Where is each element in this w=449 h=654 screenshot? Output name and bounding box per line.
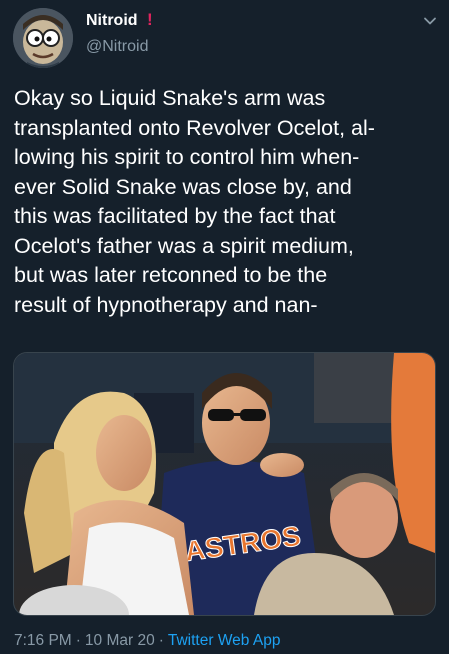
author-display-name[interactable]: Nitroid bbox=[86, 12, 138, 30]
tweet-text-line: this was facilitated by the fact that bbox=[14, 204, 336, 228]
tweet-footer: 7:16 PM · 10 Mar 20 · Twitter Web App bbox=[14, 632, 280, 650]
tweet-text-line: result of hypnotherapy and nan- bbox=[14, 292, 318, 317]
tweet-time[interactable]: 7:16 PM bbox=[14, 632, 72, 649]
tweet-text: Okay so Liquid Snake's arm was transplan… bbox=[14, 84, 439, 320]
tweet-text-line: but was later retconned to be the bbox=[14, 263, 328, 287]
tweet-text-line: transplanted onto Revolver Ocelot, al- bbox=[14, 115, 375, 140]
stadium-crowd-photo: ASTROS bbox=[14, 353, 435, 615]
footer-separator: · bbox=[158, 632, 164, 649]
chevron-down-icon[interactable] bbox=[423, 14, 437, 28]
tweet-header: Nitroid ! @Nitroid bbox=[0, 0, 449, 72]
tweet-media-photo[interactable]: ASTROS bbox=[13, 352, 436, 616]
tweet-text-line: Ocelot's father was a spirit medium, bbox=[14, 233, 354, 258]
flag-badge: ! bbox=[147, 10, 153, 29]
tweet-text-line: lowing his spirit to control him when- bbox=[14, 145, 360, 169]
tweet-date[interactable]: 10 Mar 20 bbox=[85, 632, 155, 649]
tweet-text-line: Okay so Liquid Snake's arm was bbox=[14, 86, 326, 110]
footer-separator: · bbox=[75, 632, 81, 649]
tweet-source-link[interactable]: Twitter Web App bbox=[168, 632, 281, 649]
author-handle[interactable]: @Nitroid bbox=[86, 38, 148, 56]
tweet-text-line: ever Solid Snake was close by, and bbox=[14, 174, 352, 199]
avatar[interactable] bbox=[13, 8, 73, 68]
cartoon-face-avatar-icon bbox=[13, 8, 73, 68]
